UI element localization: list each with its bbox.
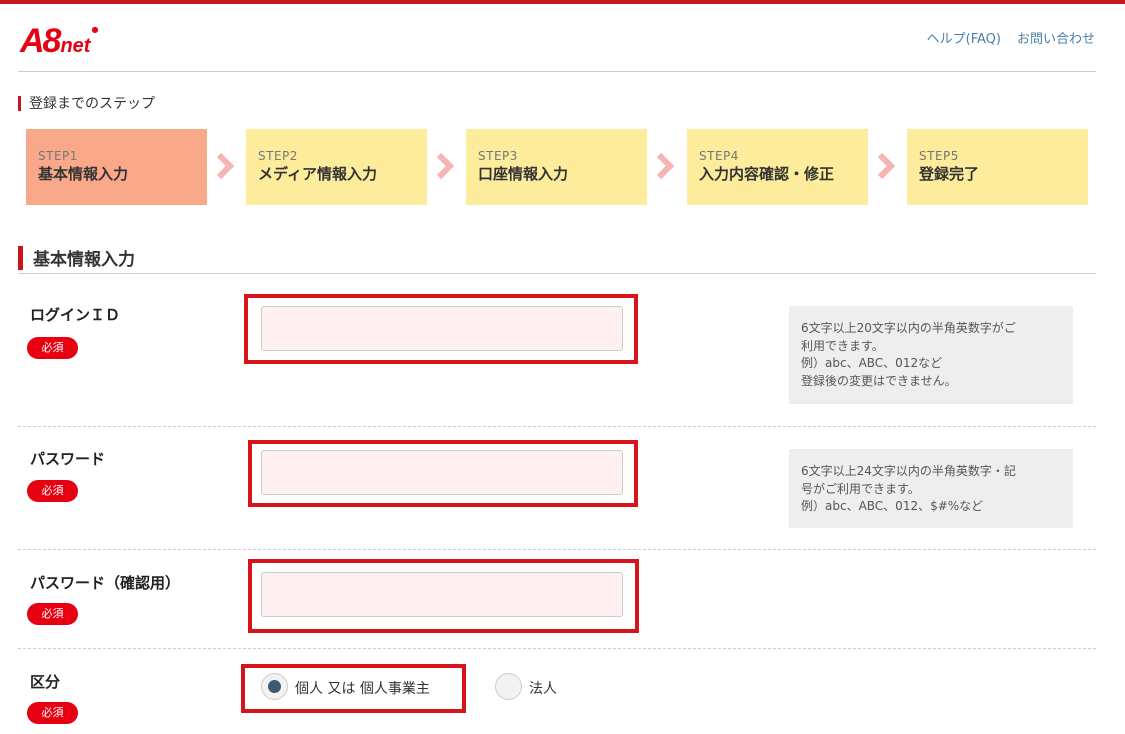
login-id-row: ログインＩＤ 必須 6文字以上20文字以内の半角英数字がご 利用できます。 例）… bbox=[18, 290, 1096, 426]
header-links: ヘルプ(FAQ) お問い合わせ bbox=[927, 28, 1095, 47]
step-label: メディア情報入力 bbox=[258, 165, 377, 183]
password-input[interactable] bbox=[261, 450, 623, 495]
step-number: STEP1 bbox=[38, 149, 78, 163]
step-label: 登録完了 bbox=[919, 165, 980, 183]
hint-line: 例）abc、ABC、012など bbox=[801, 356, 943, 370]
step-number: STEP3 bbox=[478, 149, 518, 163]
password-label: パスワード bbox=[30, 450, 106, 468]
hint-line: 利用できます。 bbox=[801, 338, 884, 353]
login-id-input[interactable] bbox=[261, 306, 623, 351]
logo-a8-text: A8 bbox=[20, 22, 61, 60]
steps-heading-marker bbox=[18, 95, 21, 111]
login-id-hint: 6文字以上20文字以内の半角英数字がご 利用できます。 例）abc、ABC、01… bbox=[789, 306, 1073, 404]
section-title: 基本情報入力 bbox=[33, 250, 135, 270]
chevron-right-icon bbox=[436, 152, 455, 180]
step-4: STEP4 入力内容確認・修正 bbox=[687, 129, 868, 205]
section-heading: 基本情報入力 bbox=[18, 242, 1096, 274]
step-5: STEP5 登録完了 bbox=[907, 129, 1088, 205]
hint-line: 号がご利用できます。 bbox=[801, 481, 920, 496]
category-radio-individual-label[interactable]: 個人 又は 個人事業主 bbox=[295, 678, 430, 698]
hint-line: 登録後の変更はできません。 bbox=[801, 373, 957, 388]
category-label: 区分 bbox=[30, 673, 61, 691]
step-label: 基本情報入力 bbox=[38, 165, 129, 183]
header-divider bbox=[18, 71, 1096, 72]
chevron-right-icon bbox=[656, 152, 675, 180]
step-label: 入力内容確認・修正 bbox=[699, 165, 835, 183]
step-label: 口座情報入力 bbox=[478, 165, 569, 183]
hint-line: 6文字以上20文字以内の半角英数字がご bbox=[801, 321, 1016, 335]
password-confirm-row: パスワード（確認用） 必須 bbox=[18, 550, 1096, 648]
contact-link[interactable]: お問い合わせ bbox=[1017, 28, 1095, 47]
step-3: STEP3 口座情報入力 bbox=[466, 129, 647, 205]
chevron-right-icon bbox=[877, 152, 896, 180]
registration-steps: STEP1 基本情報入力 STEP2 メディア情報入力 STEP3 口座情報入力… bbox=[26, 129, 1088, 205]
login-id-label: ログインＩＤ bbox=[30, 306, 121, 324]
logo-net-text: net bbox=[60, 35, 91, 57]
required-badge: 必須 bbox=[27, 603, 78, 625]
steps-heading: 登録までのステップ bbox=[18, 93, 155, 113]
required-badge: 必須 bbox=[27, 702, 78, 724]
password-confirm-input[interactable] bbox=[261, 572, 623, 617]
password-hint: 6文字以上24文字以内の半角英数字・記 号がご利用できます。 例）abc、ABC… bbox=[789, 449, 1073, 528]
password-confirm-label: パスワード（確認用） bbox=[30, 574, 181, 592]
hint-line: 6文字以上24文字以内の半角英数字・記 bbox=[801, 464, 1016, 478]
a8net-logo[interactable]: A8 net ● bbox=[20, 18, 98, 58]
step-number: STEP2 bbox=[258, 149, 298, 163]
step-number: STEP4 bbox=[699, 149, 739, 163]
category-radio-corporate[interactable] bbox=[495, 673, 522, 700]
category-radio-individual[interactable] bbox=[261, 673, 288, 700]
logo-dot-mark: ● bbox=[91, 25, 99, 34]
password-row: パスワード 必須 6文字以上24文字以内の半角英数字・記 号がご利用できます。 … bbox=[18, 427, 1096, 549]
top-accent-bar bbox=[0, 0, 1125, 4]
step-2: STEP2 メディア情報入力 bbox=[246, 129, 427, 205]
step-number: STEP5 bbox=[919, 149, 959, 163]
hint-line: 例）abc、ABC、012、$#%など bbox=[801, 499, 984, 513]
category-radio-corporate-label[interactable]: 法人 bbox=[529, 678, 557, 698]
help-faq-link[interactable]: ヘルプ(FAQ) bbox=[927, 28, 1001, 47]
section-heading-marker bbox=[18, 245, 23, 270]
step-1: STEP1 基本情報入力 bbox=[26, 129, 207, 205]
required-badge: 必須 bbox=[27, 337, 78, 359]
steps-heading-text: 登録までのステップ bbox=[29, 96, 155, 112]
category-row: 区分 必須 個人 又は 個人事業主 法人 bbox=[18, 649, 1096, 734]
chevron-right-icon bbox=[216, 152, 235, 180]
required-badge: 必須 bbox=[27, 480, 78, 502]
